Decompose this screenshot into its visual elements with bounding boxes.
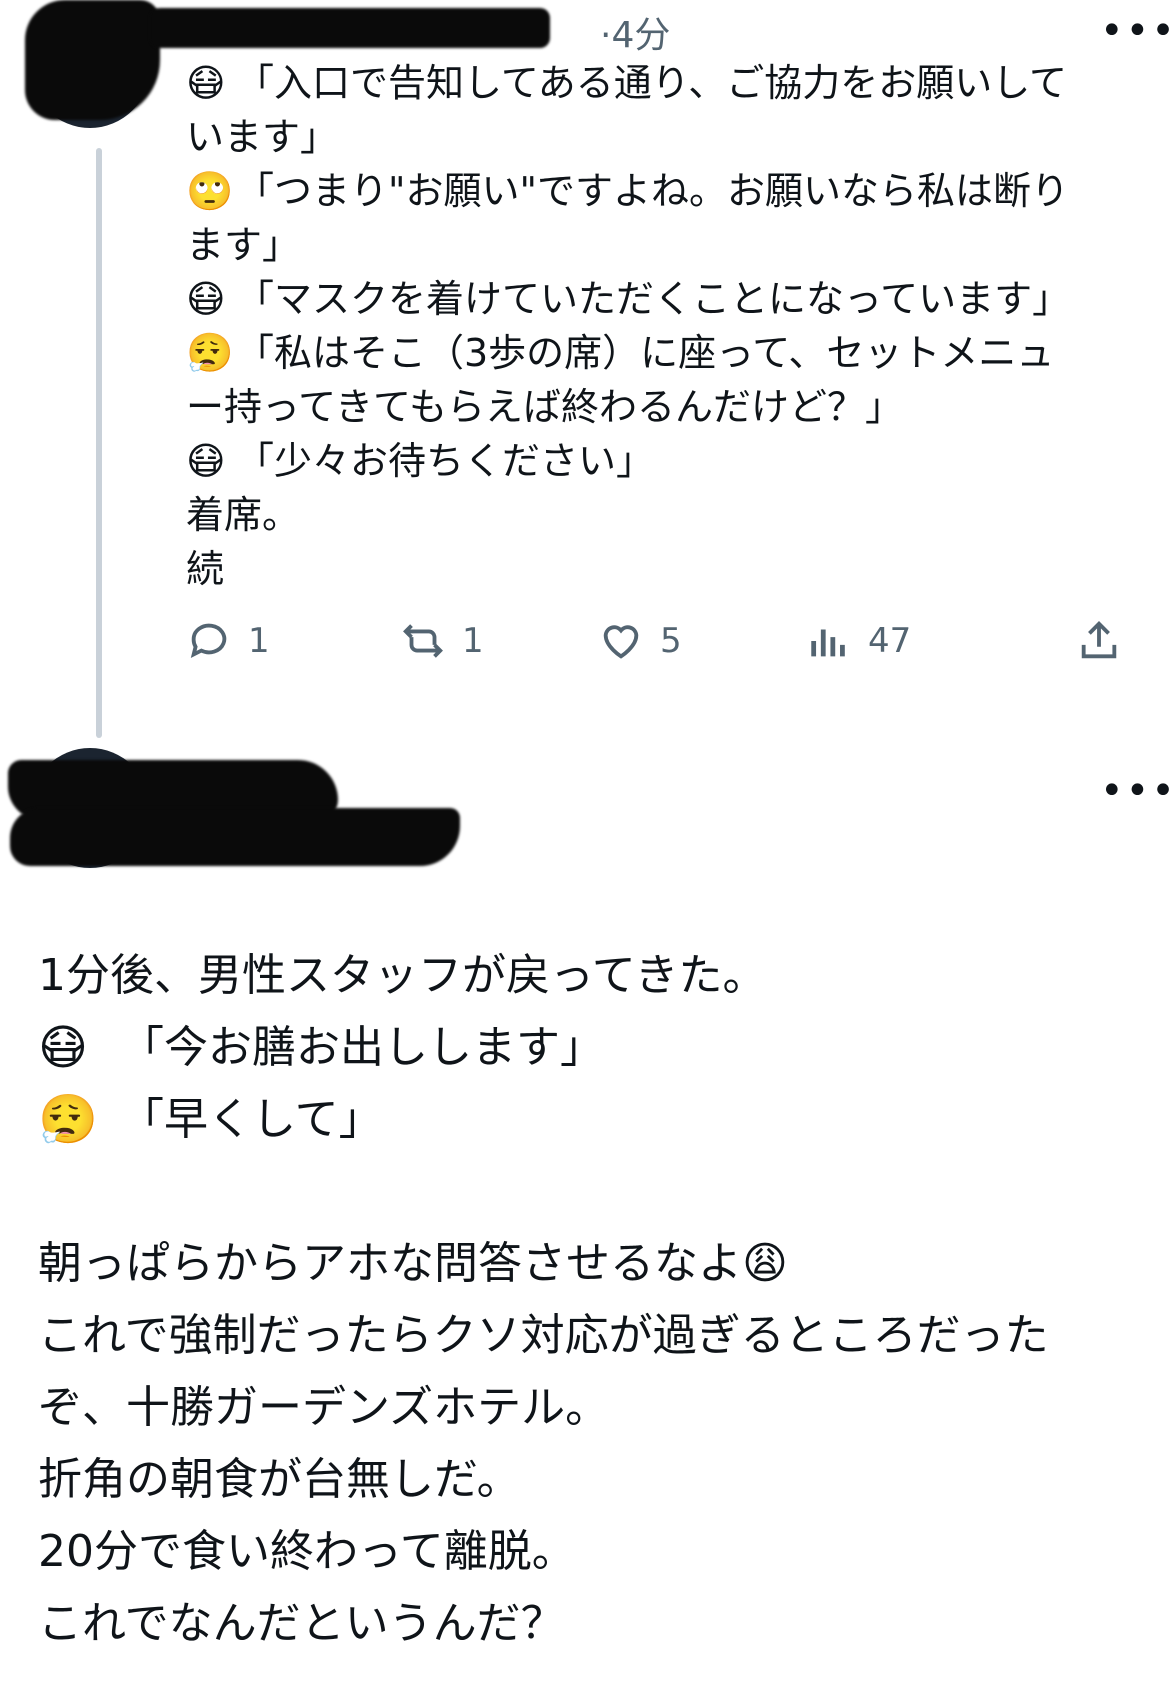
tweet-line: 1分後、男性スタッフが戻ってきた。	[38, 950, 767, 1001]
reply-count: 1	[248, 621, 270, 661]
views-icon	[811, 629, 845, 657]
tweet-line: 着席。	[186, 493, 301, 537]
tweet-line: います」	[186, 115, 339, 159]
tweet-line: これで強制だったらクソ対応が過ぎるところだった	[38, 1310, 1049, 1361]
tweet-line: これでなんだというんだ？	[38, 1598, 565, 1649]
tweet2-text: 1分後、男性スタッフが戻ってきた。 😷 「今お膳お出しします」 😮‍💨 「早くして」…	[38, 940, 1128, 1660]
tweet-line: 20分で食い終わって離脱。	[38, 1526, 576, 1577]
tweet1-action-bar: 1 1 5 47	[186, 618, 1126, 678]
tweet-line: 🙄 「つまり"お願い"ですよね。お願いなら私は断り	[186, 169, 1069, 213]
tweet-line: 朝っぱらからアホな問答させるなよ😩	[38, 1238, 788, 1289]
tweet1-timestamp[interactable]: ·4分	[600, 6, 670, 58]
thread-connector	[96, 148, 102, 738]
tweet-line: ます」	[186, 223, 301, 267]
tweet-line: 😷 「マスクを着けていただくことになっています」	[186, 277, 1071, 321]
reply-icon	[190, 623, 227, 658]
tweet1-text: 😷 「入口で告知してある通り、ご協力をお願いして います」 🙄 「つまり"お願い"で…	[186, 56, 1116, 596]
more-options-icon[interactable]: •••	[1100, 768, 1170, 814]
redacted-author-handle[interactable]	[10, 808, 460, 866]
tweet-line: 😷 「入口で告知してある通り、ご協力をお願いして	[186, 61, 1068, 105]
tweet-line: 😮‍💨 「私はそこ（3歩の席）に座って、セットメニュ	[186, 331, 1055, 375]
tweet-line: 折角の朝食が台無しだ。	[38, 1454, 521, 1505]
reply-button[interactable]: 1	[186, 618, 270, 664]
views-button[interactable]: 47	[806, 618, 911, 664]
like-count: 5	[660, 621, 682, 661]
tweet-line: ー持ってきてもらえば終わるんだけど？」	[186, 385, 904, 429]
redacted-author-name[interactable]	[150, 8, 550, 48]
tweet-line: 続	[186, 547, 225, 591]
tweet-line: 😮‍💨 「早くして」	[38, 1092, 383, 1148]
retweet-icon	[403, 624, 443, 658]
like-button[interactable]: 5	[598, 618, 682, 664]
retweet-count: 1	[462, 621, 484, 661]
more-options-icon[interactable]: •••	[1100, 8, 1170, 54]
tweet-line: ぞ、十勝ガーデンズホテル。	[38, 1382, 610, 1433]
views-count: 47	[868, 621, 912, 661]
heart-icon	[603, 625, 639, 659]
tweet-line: 😷 「少々お待ちください」	[186, 439, 655, 483]
tweet-line: 😷 「今お膳お出しします」	[38, 1020, 604, 1076]
retweet-button[interactable]: 1	[400, 618, 484, 664]
share-icon	[1081, 621, 1117, 659]
share-button[interactable]	[1076, 618, 1138, 664]
